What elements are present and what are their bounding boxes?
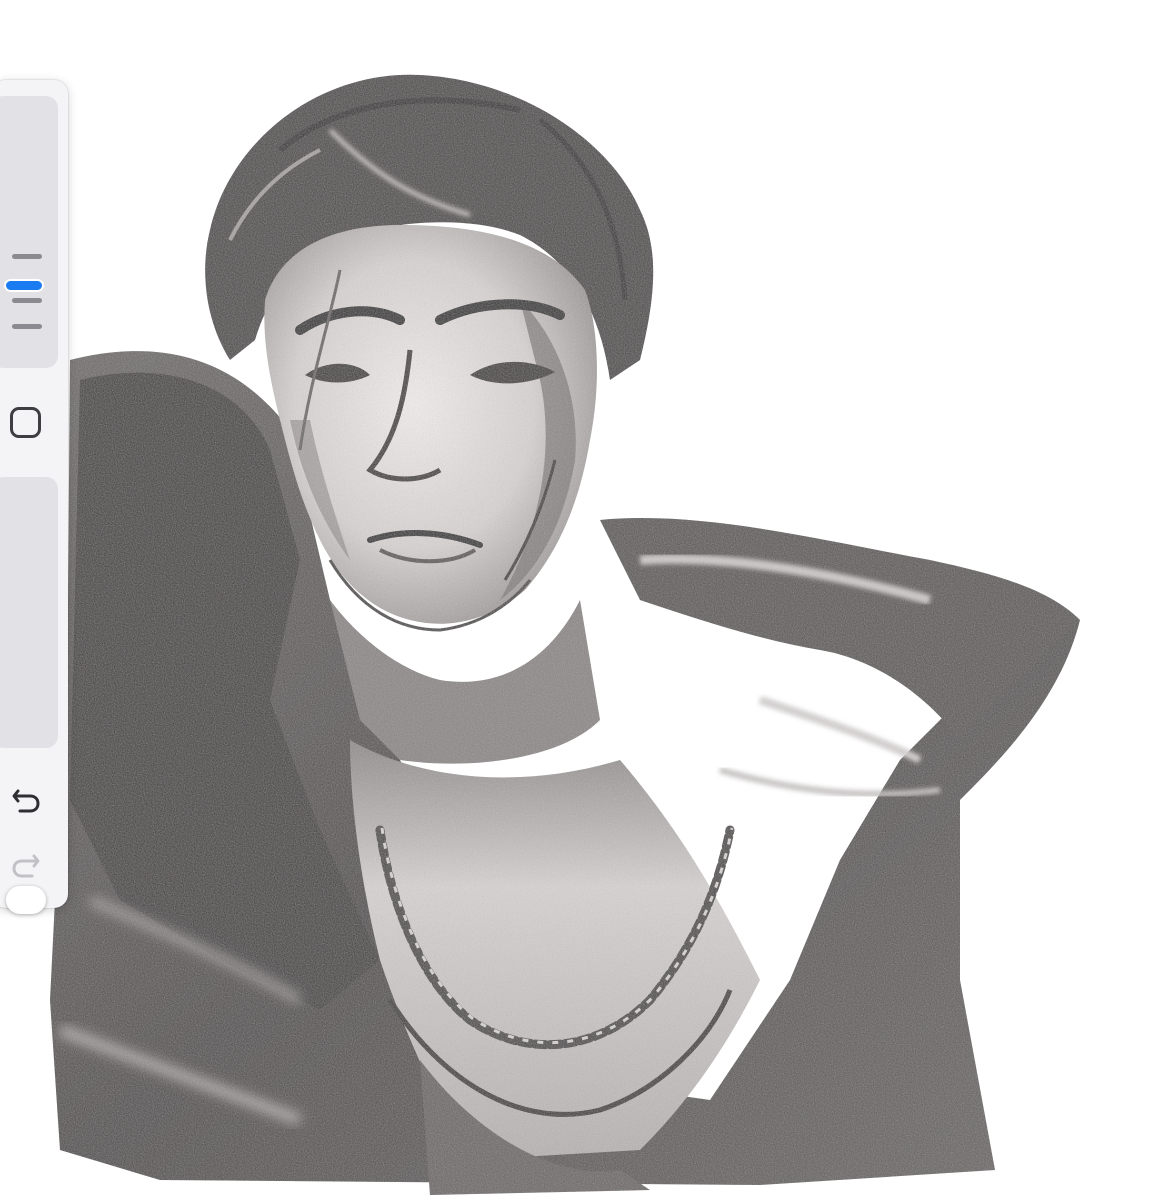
size-tick: [12, 324, 42, 329]
portrait-sketch: [50, 74, 1080, 1195]
jacket-highlight-1: [758, 696, 922, 764]
square-icon[interactable]: [10, 407, 41, 438]
sketch-layer: [50, 74, 1080, 1195]
redo-button[interactable]: [8, 848, 44, 884]
undo-icon: [12, 789, 40, 813]
tool-sidebar: [0, 80, 68, 914]
redo-icon: [12, 854, 40, 878]
brush-size-slider[interactable]: [0, 96, 58, 368]
brush-size-icon[interactable]: [6, 281, 42, 290]
drawing-app: [0, 0, 1155, 1200]
drawing-canvas[interactable]: [0, 0, 1155, 1200]
undo-button[interactable]: [8, 783, 44, 819]
opacity-slider-thumb[interactable]: [6, 886, 46, 914]
opacity-slider[interactable]: [0, 477, 58, 914]
size-tick: [12, 254, 42, 259]
size-tick: [12, 298, 42, 303]
